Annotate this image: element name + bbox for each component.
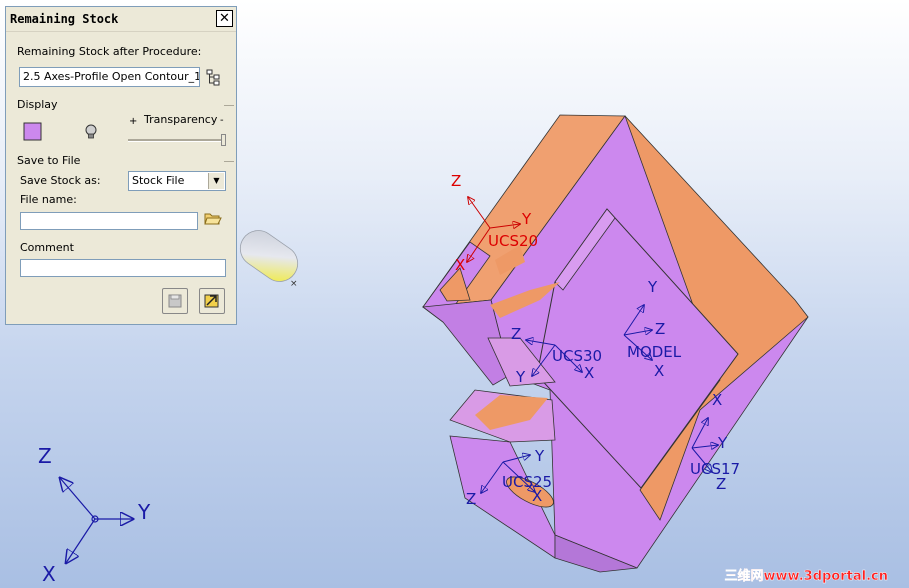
machined-part: [421, 114, 809, 573]
triad-y-label: Y: [137, 500, 151, 524]
panel-titlebar[interactable]: Remaining Stock ✕: [6, 7, 236, 32]
procedure-tree-icon[interactable]: [205, 68, 223, 86]
transparency-label: Transparency: [144, 113, 218, 126]
slider-track: [128, 139, 226, 142]
ucs20-x-label: X: [455, 256, 465, 274]
panel-title: Remaining Stock: [10, 12, 119, 26]
floppy-icon: [168, 294, 182, 308]
save-as-value: Stock File: [132, 174, 185, 187]
slider-thumb[interactable]: [221, 134, 226, 146]
transparency-plus: +: [129, 116, 138, 127]
svg-text:×: ×: [290, 279, 298, 289]
ucs25-x-label: X: [532, 487, 542, 505]
ucs17-x-label: X: [712, 391, 722, 409]
model-x-label: X: [654, 362, 664, 380]
save-group-line: [224, 161, 234, 162]
ucs30-y-label: Y: [515, 368, 526, 386]
display-label: Display: [17, 98, 58, 111]
lightbulb-icon[interactable]: [83, 123, 99, 141]
file-name-input[interactable]: [20, 212, 198, 230]
export-icon: [204, 294, 219, 308]
ucs25-z-label: Z: [466, 490, 476, 508]
transparency-slider[interactable]: [128, 134, 226, 148]
transparency-minus: -: [220, 115, 224, 126]
procedure-field[interactable]: 2.5 Axes-Profile Open Contour_18: [19, 67, 200, 87]
ucs30-z-label: Z: [511, 325, 521, 343]
3d-viewport[interactable]: × Z Y X Z Y UCS20 X Z UCS30 Y X Y Z MODE…: [0, 0, 909, 588]
file-name-label: File name:: [20, 193, 77, 206]
save-to-file-label: Save to File: [17, 154, 81, 167]
tool-graphic: ×: [239, 230, 299, 289]
watermark: 三维网www.3dportal.cn: [725, 568, 888, 584]
export-button[interactable]: [199, 288, 225, 314]
save-as-select[interactable]: Stock File ▼: [128, 171, 226, 191]
folder-open-icon[interactable]: [204, 211, 222, 227]
close-button[interactable]: ✕: [216, 10, 233, 27]
model-label: MODEL: [627, 343, 682, 361]
display-group-line: [224, 105, 234, 106]
ucs20-y-label: Y: [521, 210, 532, 228]
ucs25-label: UCS25: [502, 473, 552, 491]
ucs25-y-label: Y: [534, 447, 545, 465]
axis-triad: [60, 478, 133, 563]
comment-label: Comment: [20, 241, 74, 254]
remaining-stock-panel: Remaining Stock ✕ Remaining Stock after …: [5, 6, 237, 325]
ucs30-x-label: X: [584, 364, 594, 382]
save-stock-button[interactable]: [162, 288, 188, 314]
model-y-label: Y: [647, 278, 658, 296]
procedure-label: Remaining Stock after Procedure:: [17, 45, 202, 58]
comment-input[interactable]: [20, 259, 226, 277]
triad-x-label: X: [42, 562, 56, 586]
model-z-label: Z: [655, 320, 665, 338]
ucs20-label: UCS20: [488, 232, 538, 250]
chevron-down-icon[interactable]: ▼: [208, 173, 224, 189]
ucs30-label: UCS30: [552, 347, 602, 365]
ucs20-z-label: Z: [451, 172, 461, 190]
ucs17-y-label: Y: [717, 434, 728, 452]
ucs17-z-label: Z: [716, 475, 726, 493]
stock-color-swatch[interactable]: [23, 122, 43, 142]
triad-z-label: Z: [38, 444, 52, 468]
save-as-label: Save Stock as:: [20, 174, 101, 187]
